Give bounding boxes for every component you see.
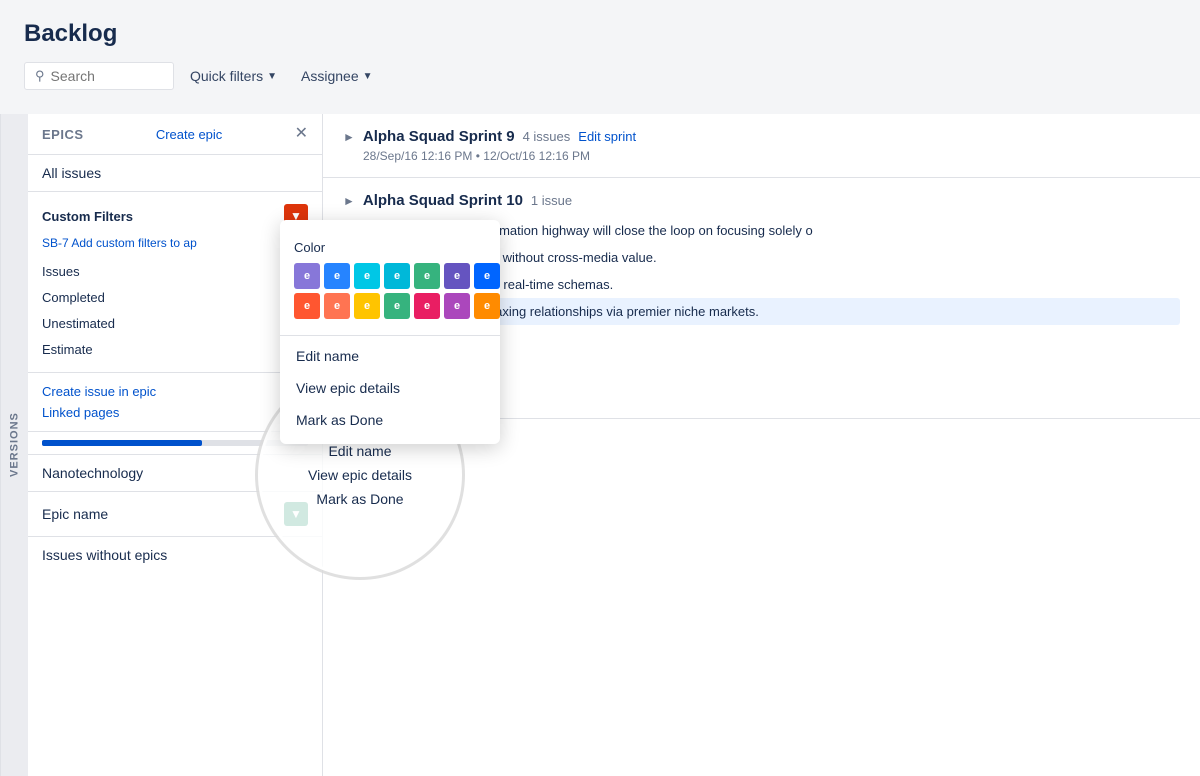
linked-pages-link[interactable]: Linked pages (42, 402, 308, 423)
quick-filters-chevron-icon: ▼ (267, 71, 277, 82)
color-swatch[interactable]: e (354, 293, 380, 319)
sprint-9-count: 4 issues (523, 129, 571, 144)
stat-row-estimate: Estimate 5 (42, 338, 308, 360)
sprint-header-10: ► Alpha Squad Sprint 10 1 issue (343, 192, 1180, 209)
color-swatch[interactable]: e (354, 263, 380, 289)
epics-label: EPICS (42, 127, 84, 142)
color-section-label: Color (294, 240, 486, 255)
sprint-10-name: Alpha Squad Sprint 10 (363, 192, 523, 209)
close-sidebar-button[interactable]: ✕ (295, 126, 308, 142)
filter-key[interactable]: SB-7 (42, 236, 69, 250)
sprint-9-chevron-icon[interactable]: ► (343, 130, 355, 144)
stat-label-completed: Completed (42, 290, 105, 305)
color-swatch[interactable]: e (474, 263, 500, 289)
epic-name-label: Epic name (42, 506, 108, 522)
filter-link-text: Add custom filters to ap (71, 236, 196, 250)
sprint-10-count: 1 issue (531, 193, 572, 208)
epic-name-toggle-button[interactable]: ▼ (284, 502, 308, 526)
context-menu: Color eeeeeee eeeeeee Edit name View epi… (280, 220, 500, 444)
progress-bar-bg (42, 440, 308, 446)
epic-name-section: Epic name ▼ (28, 492, 322, 537)
sidebar-top: EPICS Create epic ✕ (28, 114, 322, 155)
toolbar: ⚲ Quick filters ▼ Assignee ▼ (24, 62, 1176, 102)
color-swatch[interactable]: e (474, 293, 500, 319)
color-grid-row2: eeeeeee (294, 293, 486, 319)
color-swatch[interactable]: e (384, 293, 410, 319)
edit-name-menu-item[interactable]: Edit name (280, 340, 500, 372)
page-title: Backlog (24, 20, 1176, 48)
sprint-header-9: ► Alpha Squad Sprint 9 4 issues Edit spr… (343, 128, 1180, 145)
sprint-9-dates: 28/Sep/16 12:16 PM • 12/Oct/16 12:16 PM (363, 149, 1180, 163)
sprint-9-edit-link[interactable]: Edit sprint (578, 129, 636, 144)
color-swatch[interactable]: e (444, 293, 470, 319)
page-header: Backlog ⚲ Quick filters ▼ Assignee ▼ (0, 0, 1200, 114)
progress-bar-fill (42, 440, 202, 446)
sprint-10-chevron-icon[interactable]: ► (343, 194, 355, 208)
color-grid-row1: eeeeeee (294, 263, 486, 289)
color-swatch[interactable]: e (294, 293, 320, 319)
progress-bar-section (28, 432, 322, 455)
main-content: ► Alpha Squad Sprint 9 4 issues Edit spr… (323, 114, 1200, 776)
menu-divider-1 (280, 335, 500, 336)
all-issues-link[interactable]: All issues (28, 155, 322, 192)
search-icon: ⚲ (35, 68, 45, 84)
stat-row-completed: Completed 1 (42, 286, 308, 308)
sprint-section-9: ► Alpha Squad Sprint 9 4 issues Edit spr… (323, 114, 1200, 178)
search-box[interactable]: ⚲ (24, 62, 174, 90)
color-swatch[interactable]: e (414, 293, 440, 319)
quick-filters-button[interactable]: Quick filters ▼ (182, 63, 285, 89)
color-swatch[interactable]: e (444, 263, 470, 289)
color-section: Color eeeeeee eeeeeee (280, 232, 500, 331)
color-swatch[interactable]: e (414, 263, 440, 289)
stat-label-estimate: Estimate (42, 342, 93, 357)
sidebar: EPICS Create epic ✕ All issues Custom Fi… (28, 114, 323, 776)
stat-label-unestimated: Unestimated (42, 316, 115, 331)
mark-as-done-menu-item[interactable]: Mark as Done (280, 404, 500, 436)
search-input[interactable] (51, 68, 163, 84)
issues-without-epics[interactable]: Issues without epics (28, 537, 322, 573)
assignee-label: Assignee (301, 68, 359, 84)
color-swatch[interactable]: e (324, 263, 350, 289)
custom-filters-header: Custom Filters ▼ (42, 204, 308, 228)
custom-filter-link: SB-7 Add custom filters to ap (42, 236, 308, 250)
quick-filters-label: Quick filters (190, 68, 263, 84)
versions-tab[interactable]: VERSIONS (0, 114, 28, 776)
assignee-chevron-icon: ▼ (363, 71, 373, 82)
stat-label-issues: Issues (42, 264, 80, 279)
main-layout: VERSIONS EPICS Create epic ✕ All issues … (0, 114, 1200, 776)
page-wrapper: Backlog ⚲ Quick filters ▼ Assignee ▼ VER… (0, 0, 1200, 776)
create-issue-in-epic-link[interactable]: Create issue in epic (42, 381, 308, 402)
filter-stats: Issues 2 Completed 1 Unestimated 0 Estim… (42, 260, 308, 360)
sprint-9-name: Alpha Squad Sprint 9 (363, 128, 515, 145)
sidebar-links: Create issue in epic Linked pages (28, 373, 322, 432)
nanotechnology-item[interactable]: Nanotechnology (28, 455, 322, 492)
create-epic-link[interactable]: Create epic (156, 127, 222, 142)
color-swatch[interactable]: e (384, 263, 410, 289)
stat-row-unestimated: Unestimated 0 (42, 312, 308, 334)
color-swatch[interactable]: e (324, 293, 350, 319)
assignee-button[interactable]: Assignee ▼ (293, 63, 381, 89)
view-epic-details-menu-item[interactable]: View epic details (280, 372, 500, 404)
custom-filters-section: Custom Filters ▼ SB-7 Add custom filters… (28, 192, 322, 373)
custom-filters-title: Custom Filters (42, 209, 133, 224)
stat-row-issues: Issues 2 (42, 260, 308, 282)
color-swatch[interactable]: e (294, 263, 320, 289)
